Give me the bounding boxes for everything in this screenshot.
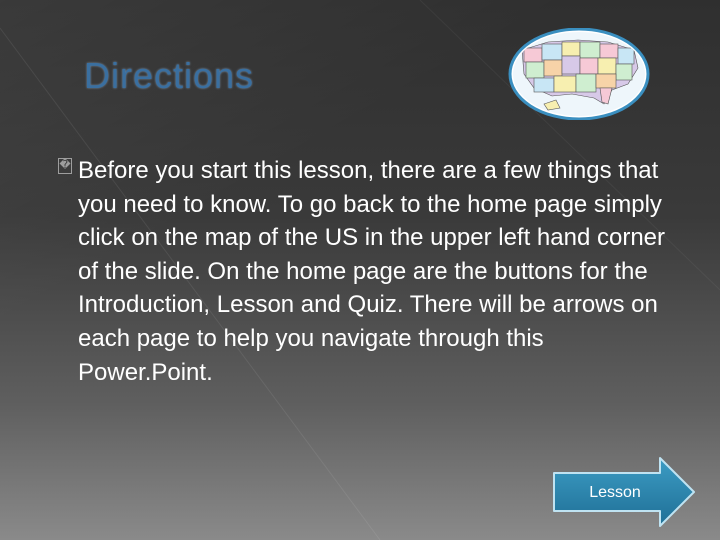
slide-title: Directions: [84, 55, 255, 96]
lesson-button-label: Lesson: [589, 484, 641, 501]
us-map-icon[interactable]: [508, 27, 650, 121]
directions-paragraph: Before you start this lesson, there are …: [78, 157, 666, 386]
bullet-marker-icon: �: [58, 158, 72, 174]
slide: Directions � Before you start this lesso…: [0, 0, 720, 540]
lesson-next-button[interactable]: Lesson: [552, 456, 696, 528]
